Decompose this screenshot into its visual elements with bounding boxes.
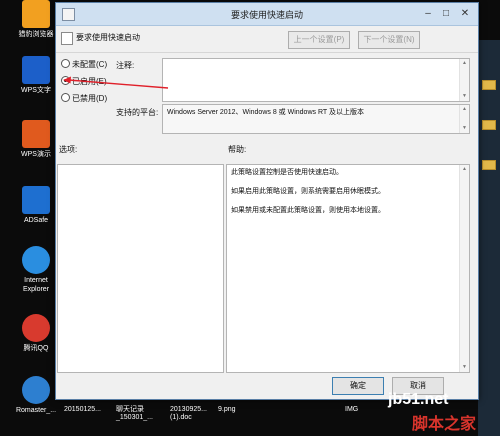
scroll-down-icon[interactable]: ▼ (461, 93, 468, 100)
icon-label: WPS演示 (21, 151, 51, 158)
icon-label: Romaster_... (15, 407, 57, 414)
icon-label: WPS文字 (21, 87, 51, 94)
comment-label: 注释: (116, 61, 135, 70)
wps-writer-shortcut[interactable]: WPS文字 (12, 56, 60, 95)
watermark-name: 脚本之家 (412, 416, 477, 433)
close-icon[interactable]: ✕ (457, 6, 473, 21)
supported-box: Windows Server 2012、Windows 8 或 Windows … (162, 104, 470, 134)
internet-explorer-icon (22, 246, 50, 274)
liebao-browser-shortcut[interactable]: 猎豹浏览器 (12, 0, 60, 39)
background-explorer-strip (478, 40, 500, 436)
radio-circle-icon (61, 93, 70, 102)
prev-setting-button[interactable]: 上一个设置(P) (288, 31, 350, 49)
file-img[interactable]: IMG (345, 406, 358, 414)
wps-presentation-icon (22, 120, 50, 148)
radio-circle-icon (61, 59, 70, 68)
supported-value: Windows Server 2012、Windows 8 或 Windows … (167, 109, 364, 116)
icon-label: 猎豹浏览器 (18, 31, 54, 38)
folder-icon (482, 160, 496, 170)
maximize-icon[interactable]: □ (438, 6, 454, 21)
help-scrollbar[interactable]: ▲ ▼ (459, 165, 469, 372)
internet-explorer-shortcut[interactable]: Internet Explorer (12, 246, 60, 294)
annotation-arrow-icon (63, 76, 169, 89)
radio-disabled[interactable]: 已禁用(D) (61, 93, 107, 104)
title-bar: 要求使用快速启动 – □ ✕ (56, 3, 478, 26)
help-pane: 此策略设置控制是否使用快速启动。 如果启用此策略设置，则系统需要启用休眠模式。 … (226, 164, 470, 373)
help-paragraph: 如果启用此策略设置，则系统需要启用休眠模式。 (231, 188, 385, 195)
options-pane (57, 164, 224, 373)
watermark-site: jb51.net (388, 391, 449, 408)
minimize-icon[interactable]: – (420, 6, 436, 21)
radio-label: 已禁用(D) (72, 94, 108, 103)
qq-shortcut[interactable]: 腾讯QQ (12, 314, 60, 353)
file-chat-log[interactable]: 聊天记录 _150301_... (116, 406, 153, 422)
comment-textarea[interactable]: ▲ ▼ (162, 58, 470, 102)
icon-label: Internet Explorer (22, 277, 50, 293)
scroll-up-icon[interactable]: ▲ (461, 166, 468, 173)
romaster-icon (22, 376, 50, 404)
folder-icon (482, 120, 496, 130)
qq-icon (22, 314, 50, 342)
help-text: 此策略设置控制是否使用快速启动。 如果启用此策略设置，则系统需要启用休眠模式。 … (231, 168, 456, 225)
file-20130925-doc[interactable]: 20130925... (1).doc (170, 406, 207, 422)
romaster-shortcut[interactable]: Romaster_... (12, 376, 60, 415)
setting-header: 要求使用快速启动 上一个设置(P) 下一个设置(N) (56, 26, 478, 53)
icon-label: 腾讯QQ (23, 345, 49, 352)
adsafe-icon (22, 186, 50, 214)
dialog-title: 要求使用快速启动 (230, 10, 303, 20)
scroll-up-icon[interactable]: ▲ (461, 106, 468, 113)
policy-dialog: 要求使用快速启动 – □ ✕ 要求使用快速启动 上一个设置(P) 下一个设置(N… (55, 2, 479, 400)
scroll-down-icon[interactable]: ▼ (461, 364, 468, 371)
folder-icon (482, 80, 496, 90)
setting-icon (61, 32, 73, 45)
file-9-png[interactable]: 9.png (218, 406, 236, 414)
scroll-up-icon[interactable]: ▲ (461, 60, 468, 67)
next-setting-button[interactable]: 下一个设置(N) (358, 31, 420, 49)
radio-not-configured[interactable]: 未配置(C) (61, 59, 107, 70)
options-label: 选项: (59, 145, 78, 154)
supported-label: 支持的平台: (116, 108, 159, 117)
icon-label: ADSafe (23, 217, 49, 224)
wps-presentation-shortcut[interactable]: WPS演示 (12, 120, 60, 159)
help-paragraph: 此策略设置控制是否使用快速启动。 (231, 169, 343, 176)
scroll-down-icon[interactable]: ▼ (461, 125, 468, 132)
adsafe-shortcut[interactable]: ADSafe (12, 186, 60, 225)
help-paragraph: 如果禁用或未配置此策略设置，则使用本地设置。 (231, 207, 385, 214)
setting-name: 要求使用快速启动 (76, 33, 140, 42)
wps-writer-icon (22, 56, 50, 84)
help-label: 帮助: (228, 145, 247, 154)
liebao-browser-icon (22, 0, 50, 28)
file-20150125[interactable]: 20150125... (64, 406, 101, 414)
radio-label: 未配置(C) (72, 60, 108, 69)
supported-scrollbar[interactable]: ▲ ▼ (459, 105, 469, 133)
comment-scrollbar[interactable]: ▲ ▼ (459, 59, 469, 101)
